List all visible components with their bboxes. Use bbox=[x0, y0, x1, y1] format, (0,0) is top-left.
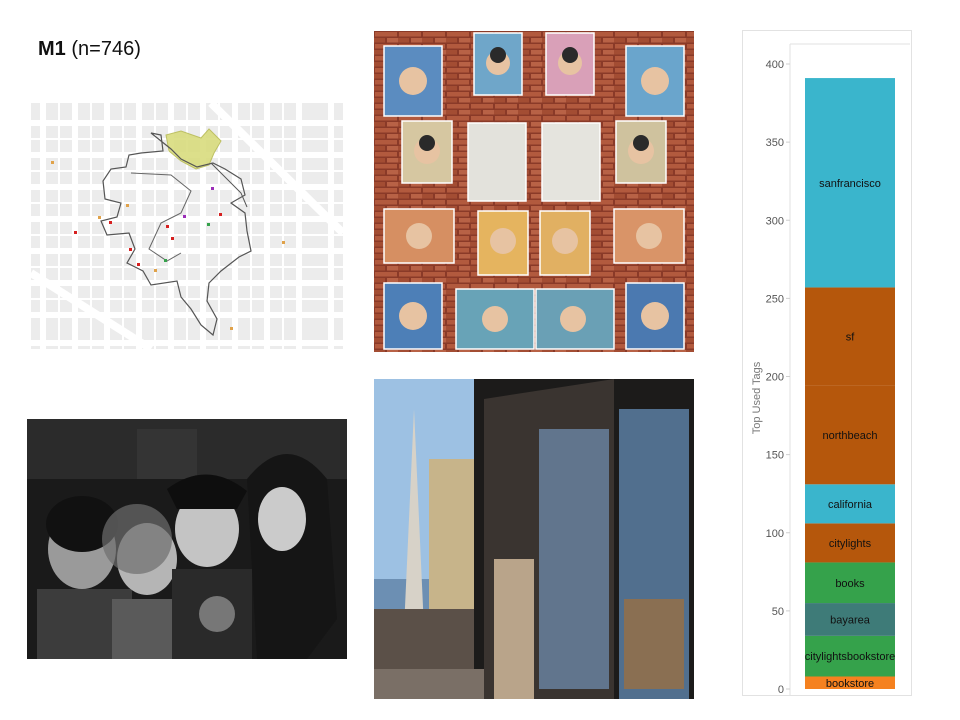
sample-size: (n=746) bbox=[71, 38, 141, 60]
bookstore-street-photo bbox=[374, 379, 694, 699]
segment-label-bookstore: bookstore bbox=[826, 678, 874, 690]
segment-label-books: books bbox=[835, 578, 865, 590]
street-art-photo bbox=[374, 31, 694, 352]
segment-label-northbeach: northbeach bbox=[822, 430, 877, 442]
street-photo-svg bbox=[374, 379, 694, 699]
city-map bbox=[31, 103, 343, 349]
y-tick-label: 150 bbox=[766, 450, 784, 462]
y-tick-label: 0 bbox=[778, 684, 784, 696]
y-tick-label: 350 bbox=[766, 137, 784, 149]
tag-chart: Top Used Tags 0 50 100 150 200 250 300 350 400 b… bbox=[742, 30, 912, 696]
tag-chart-svg: Top Used Tags 0 50 100 150 200 250 300 350 400 b… bbox=[742, 30, 912, 696]
street-art-svg bbox=[374, 31, 694, 352]
y-tick-label: 200 bbox=[766, 372, 784, 384]
y-tick-label: 50 bbox=[772, 606, 784, 618]
y-axis-label: Top Used Tags bbox=[751, 361, 763, 434]
bar-segments bbox=[805, 78, 895, 689]
y-tick-label: 400 bbox=[766, 59, 784, 71]
group-photo-svg bbox=[27, 419, 347, 659]
segment-label-sf: sf bbox=[846, 332, 856, 344]
map-svg bbox=[31, 103, 343, 349]
y-tick-label: 300 bbox=[766, 215, 784, 227]
segment-label-sanfrancisco: sanfrancisco bbox=[819, 178, 881, 190]
segment-label-citylights: citylights bbox=[829, 538, 872, 550]
y-tick-label: 250 bbox=[766, 293, 784, 305]
model-label: M1 bbox=[38, 38, 66, 60]
figure-title: M1 (n=746) bbox=[38, 38, 141, 61]
segment-label-california: california bbox=[828, 499, 873, 511]
y-tick-label: 100 bbox=[766, 528, 784, 540]
segment-label-citylightsbookstore: citylightsbookstore bbox=[805, 651, 896, 663]
segment-label-bayarea: bayarea bbox=[830, 614, 871, 626]
group-photo bbox=[27, 419, 347, 659]
